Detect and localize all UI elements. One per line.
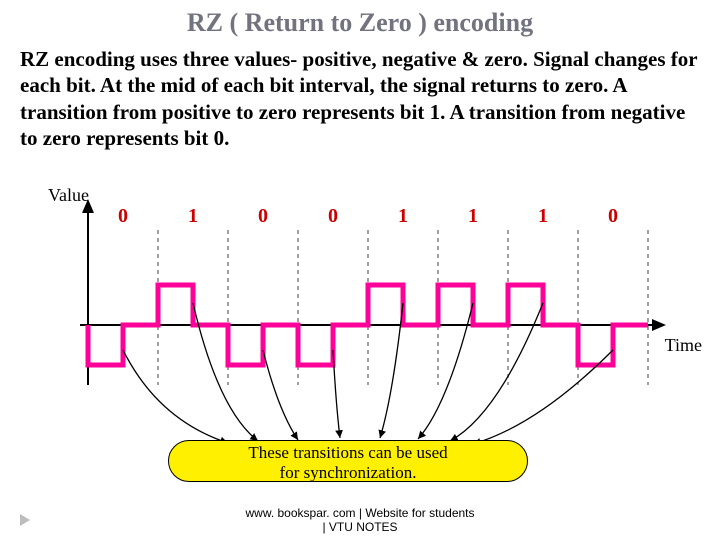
rz-diagram: Value Time 0 1 0 0 1 1 1 0	[18, 185, 702, 485]
slide-body: RZ encoding uses three values- positive,…	[0, 38, 720, 151]
sync-callout: These transitions can be used for synchr…	[168, 440, 528, 482]
callout-line2: for synchronization.	[280, 463, 417, 482]
callout-line1: These transitions can be used	[248, 443, 447, 462]
footer: www. bookspar. com | Website for student…	[0, 506, 720, 534]
footer-line2: | VTU NOTES	[0, 520, 720, 534]
footer-line1: www. bookspar. com | Website for student…	[246, 506, 475, 520]
slide-title: RZ ( Return to Zero ) encoding	[0, 0, 720, 38]
